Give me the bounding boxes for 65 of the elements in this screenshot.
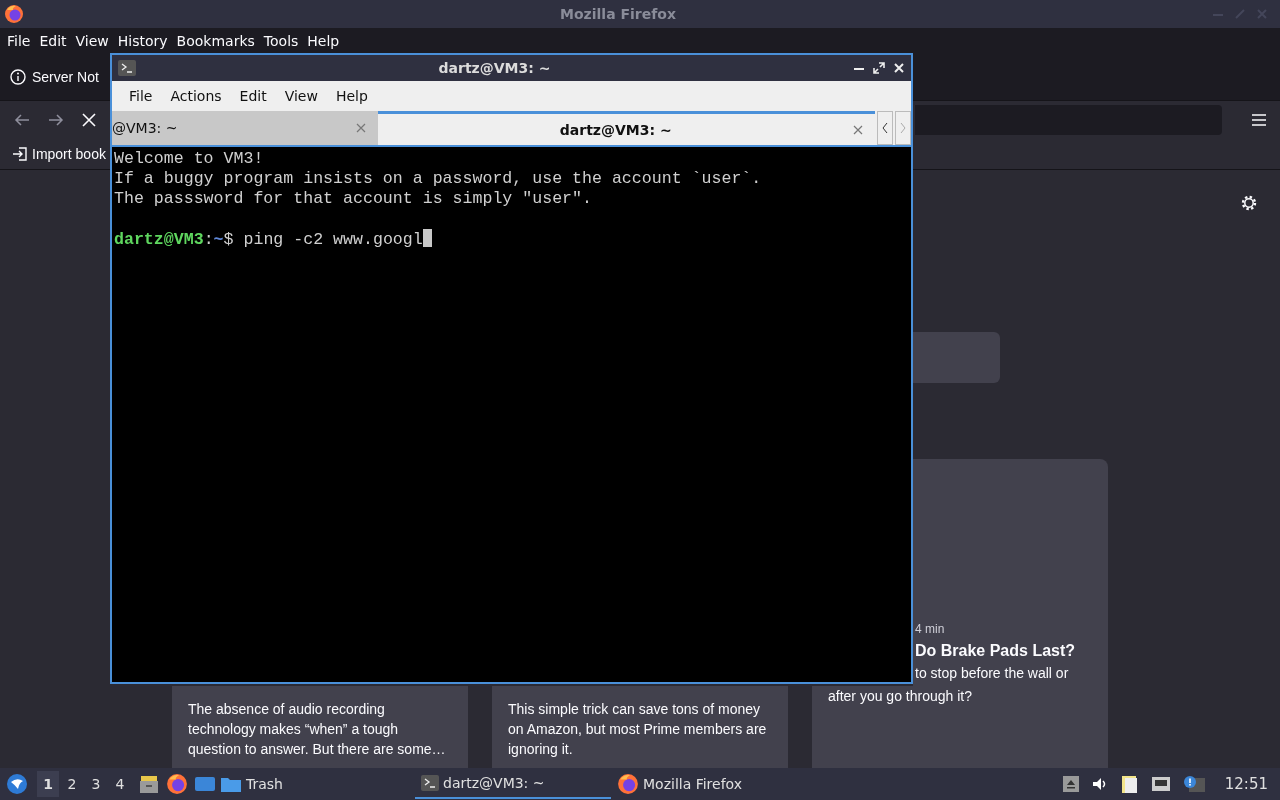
menu-item[interactable]: View: [72, 33, 115, 49]
back-icon[interactable]: [14, 113, 30, 127]
terminal-icon: [421, 775, 439, 791]
terminal-line: If a buggy program insists on a password, use the account `user`.: [114, 169, 763, 189]
terminal-line: The passsword for that account is simply "user".: [114, 189, 593, 209]
desktop-icon[interactable]: [194, 774, 216, 794]
file-cabinet-icon[interactable]: [138, 773, 160, 795]
menu-item[interactable]: File: [4, 33, 37, 49]
menu-item[interactable]: Edit: [36, 33, 73, 49]
prompt-colon: :: [203, 230, 214, 249]
menu-icon[interactable]: [1252, 114, 1266, 126]
menu-item[interactable]: Help: [304, 33, 346, 49]
command-text: ping -c2 www.googl: [243, 230, 423, 249]
card-excerpt: The absence of audio recording technology makes “when” a tough question to answer. But there are some…: [188, 700, 447, 759]
firefox-icon[interactable]: [4, 4, 24, 24]
menu-item[interactable]: Help: [326, 88, 377, 104]
menu-item[interactable]: Tools: [260, 33, 305, 49]
menu-item[interactable]: Edit: [230, 88, 276, 104]
menu-item[interactable]: View: [275, 88, 327, 104]
terminal-line: Welcome to VM3!: [114, 149, 265, 169]
prompt-symbol: $: [223, 230, 234, 249]
import-icon: [12, 146, 28, 162]
window-title: Mozilla Firefox: [560, 6, 676, 22]
card-excerpt: after you go through it?: [828, 687, 973, 706]
menu-item[interactable]: Bookmarks: [173, 33, 261, 49]
firefox-icon[interactable]: [166, 773, 188, 795]
network-icon[interactable]: [1150, 776, 1171, 792]
workspace-button[interactable]: 2: [61, 771, 83, 797]
maximize-icon[interactable]: [873, 62, 885, 74]
clipboard-icon[interactable]: [1120, 774, 1139, 794]
story-card[interactable]: after you go through it?: [812, 686, 1108, 768]
start-menu-icon[interactable]: [6, 773, 28, 795]
menu-item[interactable]: File: [120, 88, 162, 104]
menu-item[interactable]: History: [114, 33, 174, 49]
menu-item[interactable]: Actions: [161, 88, 231, 104]
prompt-user: dartz@VM3: [114, 230, 204, 249]
read-time: 4 min: [915, 621, 946, 638]
notification-icon[interactable]: [1182, 775, 1205, 793]
bookmark-item[interactable]: Import book: [32, 146, 106, 162]
workspace-button[interactable]: 4: [109, 771, 131, 797]
window-title: dartz@VM3: ~: [438, 60, 551, 76]
firefox-icon[interactable]: [617, 773, 639, 795]
terminal-icon: [118, 60, 136, 76]
eject-icon[interactable]: [1062, 776, 1079, 792]
settings-icon[interactable]: [1240, 194, 1258, 212]
card-excerpt: to stop before the wall or: [915, 664, 1070, 683]
workspace-button[interactable]: 1: [37, 771, 59, 797]
terminal-tab[interactable]: @VM3: ~: [112, 111, 379, 145]
story-card[interactable]: This simple trick can save tons of money on Amazon, but most Prime members are ignoring it.: [492, 686, 788, 768]
clock[interactable]: 12:51: [1216, 775, 1274, 793]
taskbar-task[interactable]: dartz@VM3: ~: [415, 769, 611, 799]
info-icon: [10, 69, 26, 85]
card-excerpt: This simple trick can save tons of money on Amazon, but most Prime members are ignoring it.: [508, 700, 768, 759]
card-title: Do Brake Pads Last?: [915, 641, 1077, 661]
story-card[interactable]: The absence of audio recording technology makes “when” a tough question to answer. But there are some…: [172, 686, 468, 768]
prompt-path: ~: [213, 230, 224, 249]
story-card[interactable]: 4 min Do Brake Pads Last? to stop before the wall or: [913, 459, 1108, 686]
forward-icon[interactable]: [48, 113, 64, 127]
search-field[interactable]: [913, 332, 1000, 383]
stop-icon[interactable]: [82, 113, 96, 127]
workspace-button[interactable]: 3: [85, 771, 107, 797]
text-cursor: [422, 229, 432, 247]
taskbar-task[interactable]: Mozilla Firefox: [611, 769, 807, 799]
tab-title[interactable]: Server Not: [32, 69, 99, 85]
trash-launcher[interactable]: Trash: [216, 774, 287, 794]
